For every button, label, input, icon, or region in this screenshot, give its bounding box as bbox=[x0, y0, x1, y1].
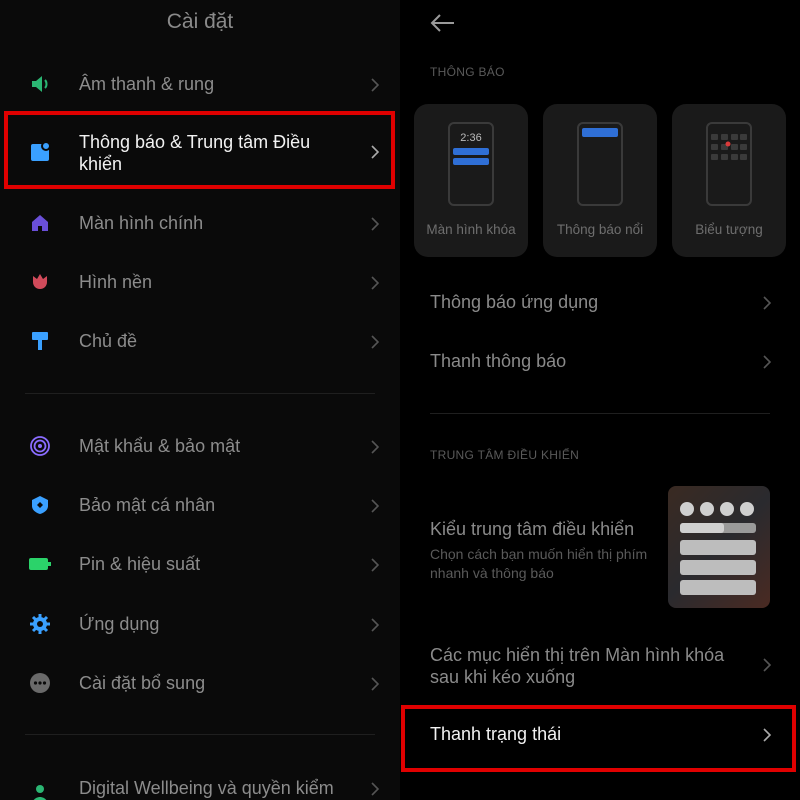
home-icon bbox=[28, 211, 52, 235]
settings-item-wallpaper[interactable]: Hình nền bbox=[0, 270, 400, 294]
settings-item-home-screen[interactable]: Màn hình chính bbox=[0, 211, 400, 235]
settings-item-label: Digital Wellbeing và quyền kiểm bbox=[79, 777, 334, 798]
settings-item-label: Pin & hiệu suất bbox=[79, 553, 201, 574]
notifications-panel: THÔNG BÁO 2:36 Màn hình khóa Thông báo n… bbox=[400, 0, 800, 800]
phone-illustration bbox=[706, 122, 752, 206]
chevron-right-icon bbox=[370, 618, 380, 632]
battery-icon bbox=[28, 552, 52, 576]
divider bbox=[25, 393, 375, 394]
label-line1: Các mục hiển thị trên Màn hình khóa bbox=[430, 645, 725, 665]
chevron-right-icon bbox=[370, 499, 380, 513]
chevron-right-icon bbox=[762, 355, 772, 374]
label-line2: sau khi kéo xuống bbox=[430, 667, 576, 687]
settings-panel: Cài đặt Âm thanh & rung Thông báo & Trun… bbox=[0, 0, 400, 800]
card-lock-screen[interactable]: 2:36 Màn hình khóa bbox=[414, 104, 528, 257]
clock-text: 2:36 bbox=[460, 132, 482, 144]
card-caption: Màn hình khóa bbox=[426, 222, 516, 237]
section-label-control-center: TRUNG TÂM ĐIỀU KHIỂN bbox=[430, 448, 580, 462]
settings-item-label: Màn hình chính bbox=[79, 212, 204, 233]
settings-item-sound[interactable]: Âm thanh & rung bbox=[0, 72, 400, 96]
fingerprint-icon bbox=[28, 434, 52, 458]
chevron-right-icon bbox=[370, 276, 380, 290]
settings-item-label: Âm thanh & rung bbox=[79, 73, 215, 94]
chevron-right-icon bbox=[370, 78, 380, 92]
chevron-right-icon bbox=[370, 217, 380, 231]
preview-slider bbox=[680, 523, 756, 533]
tulip-icon bbox=[28, 270, 52, 294]
chevron-right-icon bbox=[370, 335, 380, 349]
paint-roller-icon bbox=[28, 329, 52, 353]
card-icon-badges[interactable]: Biểu tượng bbox=[672, 104, 786, 257]
chevron-right-icon bbox=[370, 677, 380, 691]
back-arrow-icon[interactable] bbox=[430, 13, 456, 38]
preview-bar bbox=[680, 540, 756, 555]
gear-icon bbox=[28, 612, 52, 636]
card-floating-notifications[interactable]: Thông báo nổi bbox=[543, 104, 657, 257]
page-title: Cài đặt bbox=[166, 10, 234, 33]
chevron-right-icon bbox=[370, 558, 380, 572]
control-center-preview bbox=[668, 486, 770, 608]
settings-item-label: Bảo mật cá nhân bbox=[79, 494, 216, 515]
settings-item-themes[interactable]: Chủ đề bbox=[0, 329, 400, 353]
more-dots-icon bbox=[28, 671, 52, 695]
notification-bar bbox=[453, 148, 489, 155]
preview-bar bbox=[680, 580, 756, 595]
row-title: Kiểu trung tâm điều khiển bbox=[430, 519, 635, 539]
settings-item-digital-wellbeing[interactable]: Digital Wellbeing và quyền kiểm bbox=[0, 776, 400, 800]
app-grid-icon bbox=[711, 134, 747, 160]
chevron-right-icon bbox=[762, 296, 772, 315]
speaker-icon bbox=[28, 72, 52, 96]
card-caption: Thông báo nổi bbox=[556, 222, 644, 237]
row-subtitle: Chọn cách bạn muốn hiển thị phím nhanh v… bbox=[430, 546, 648, 581]
settings-item-label: Hình nền bbox=[79, 271, 153, 292]
settings-item-label: Ứng dụng bbox=[79, 613, 160, 634]
phone-illustration: 2:36 bbox=[448, 122, 494, 206]
settings-item-apps[interactable]: Ứng dụng bbox=[0, 612, 400, 636]
card-caption: Biểu tượng bbox=[695, 222, 763, 237]
shield-icon bbox=[28, 493, 52, 517]
phone-illustration bbox=[577, 122, 623, 206]
settings-item-privacy[interactable]: Bảo mật cá nhân bbox=[0, 493, 400, 517]
notification-bar bbox=[453, 158, 489, 165]
row-label: Các mục hiển thị trên Màn hình khóa sau … bbox=[430, 644, 724, 688]
section-label-notifications: THÔNG BÁO bbox=[430, 65, 505, 79]
settings-item-label: Chủ đề bbox=[79, 330, 138, 351]
chevron-right-icon bbox=[370, 782, 380, 796]
settings-item-label: Mật khẩu & bảo mật bbox=[79, 435, 241, 456]
settings-item-label: Cài đặt bổ sung bbox=[79, 672, 206, 693]
row-label: Thông báo ứng dụng bbox=[430, 292, 599, 312]
settings-item-battery[interactable]: Pin & hiệu suất bbox=[0, 552, 400, 576]
settings-item-additional[interactable]: Cài đặt bổ sung bbox=[0, 671, 400, 695]
wellbeing-icon bbox=[28, 782, 52, 800]
highlight-box bbox=[401, 705, 796, 772]
preview-bar bbox=[680, 560, 756, 575]
chevron-right-icon bbox=[762, 658, 772, 677]
divider bbox=[25, 734, 375, 735]
settings-item-passwords-security[interactable]: Mật khẩu & bảo mật bbox=[0, 434, 400, 458]
notification-bar bbox=[582, 128, 618, 137]
preview-toggle-row bbox=[680, 502, 756, 518]
divider bbox=[430, 413, 770, 414]
row-label: Thanh thông báo bbox=[430, 351, 567, 371]
chevron-right-icon bbox=[370, 440, 380, 454]
highlight-box bbox=[4, 111, 395, 189]
